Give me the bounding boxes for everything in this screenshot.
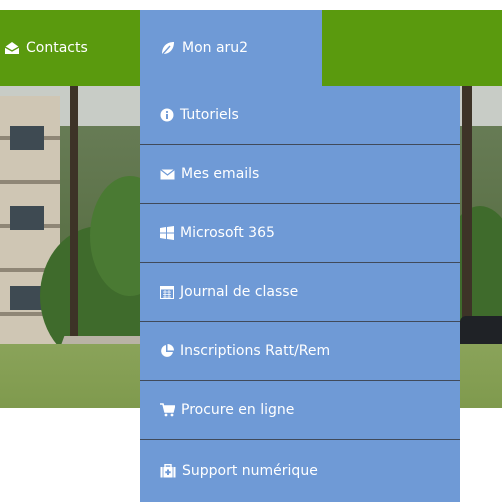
mon-aru2-dropdown-menu: Tutoriels Mes emails Microsoft 365 Journ…: [140, 86, 460, 502]
shopping-cart-icon: [160, 403, 175, 417]
medkit-icon: [160, 464, 176, 478]
menu-item-label: Support numérique: [182, 463, 318, 479]
menu-item-mes-emails[interactable]: Mes emails: [140, 145, 460, 204]
pie-chart-icon: [160, 344, 174, 358]
menu-item-tutoriels[interactable]: Tutoriels: [140, 86, 460, 145]
envelope-open-icon: [4, 41, 20, 55]
nav-mon-aru2[interactable]: Mon aru2: [140, 10, 322, 86]
windows-icon: [160, 226, 174, 240]
menu-item-microsoft-365[interactable]: Microsoft 365: [140, 204, 460, 263]
leaf-icon: [160, 40, 176, 56]
menu-item-label: Inscriptions Ratt/Rem: [180, 343, 331, 359]
menu-item-label: Microsoft 365: [180, 225, 275, 241]
info-circle-icon: [160, 108, 174, 122]
nav-contacts[interactable]: Contacts: [0, 10, 140, 86]
nav-contacts-label: Contacts: [26, 40, 88, 56]
menu-item-label: Procure en ligne: [181, 402, 295, 418]
menu-item-label: Mes emails: [181, 166, 260, 182]
menu-item-procure-en-ligne[interactable]: Procure en ligne: [140, 381, 460, 440]
top-navbar: Contacts Mon aru2: [0, 10, 502, 86]
menu-item-support-numerique[interactable]: Support numérique: [140, 440, 460, 502]
menu-item-inscriptions[interactable]: Inscriptions Ratt/Rem: [140, 322, 460, 381]
menu-item-label: Journal de classe: [180, 284, 299, 300]
menu-item-label: Tutoriels: [180, 107, 239, 123]
envelope-icon: [160, 168, 175, 180]
nav-mon-aru2-label: Mon aru2: [182, 40, 249, 56]
calendar-icon: [160, 285, 174, 299]
menu-item-journal-de-classe[interactable]: Journal de classe: [140, 263, 460, 322]
